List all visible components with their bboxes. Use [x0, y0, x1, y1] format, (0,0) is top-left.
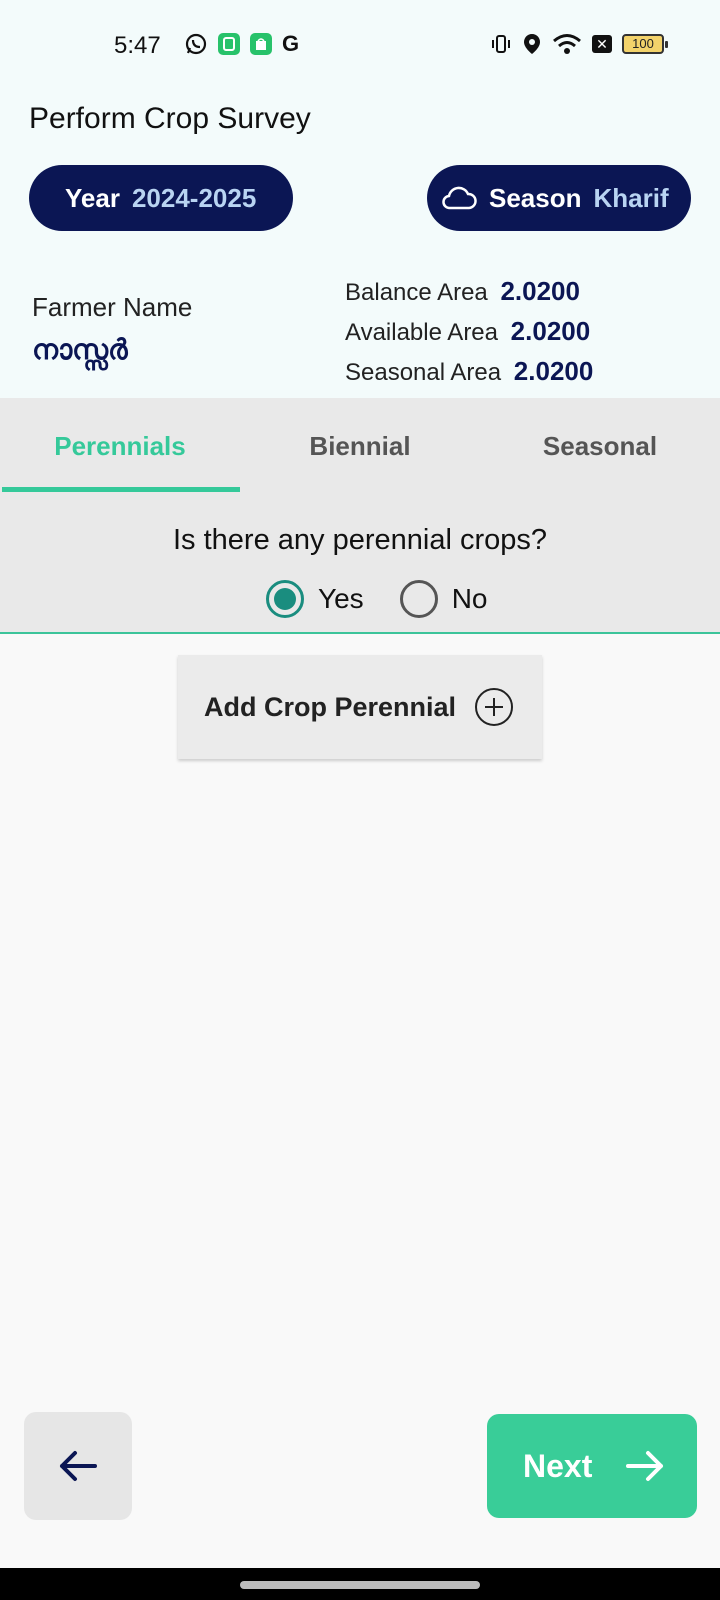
season-selector[interactable]: Season Kharif: [427, 165, 691, 231]
perennial-radio-group: Yes No: [266, 580, 523, 618]
available-area-value: 2.0200: [510, 316, 591, 346]
crop-type-tabs: Perennials Biennial Seasonal: [0, 398, 720, 494]
whatsapp-icon: [185, 33, 207, 55]
year-value: 2024-2025: [131, 182, 257, 213]
radio-yes[interactable]: [266, 580, 304, 618]
survey-header: Perform Crop Survey Year 2024-2025 Seaso…: [0, 72, 720, 398]
battery-icon: 100: [622, 34, 668, 54]
cloud-icon: [442, 186, 477, 210]
radio-no[interactable]: [399, 580, 438, 618]
farmer-name-value: നാസ്സർ: [32, 334, 128, 365]
shopping-bag-icon: [250, 33, 272, 55]
year-label: Year: [65, 182, 120, 213]
seasonal-area-value: 2.0200: [513, 356, 594, 386]
balance-area-value: 2.0200: [500, 276, 580, 306]
wifi-icon: [553, 34, 581, 54]
season-value: Kharif: [593, 182, 669, 213]
farmer-name-label: Farmer Name: [32, 292, 193, 322]
balance-area: Balance Area 2.0200: [345, 276, 580, 307]
tab-perennials[interactable]: Perennials: [0, 398, 240, 494]
available-area-label: Available Area: [345, 319, 498, 346]
arrow-right-icon: [626, 1451, 664, 1481]
back-button[interactable]: [24, 1412, 132, 1520]
vibrate-icon: [492, 35, 510, 53]
notification-icons: G: [184, 32, 299, 56]
no-signal-icon: ✕: [592, 35, 612, 53]
active-tab-indicator: [2, 487, 240, 492]
next-label: Next: [523, 1447, 593, 1484]
plus-circle-icon: [475, 688, 514, 726]
perennial-question-panel: Is there any perennial crops? Yes No: [0, 494, 720, 634]
radio-yes-label[interactable]: Yes: [318, 583, 364, 615]
add-crop-perennial-label: Add Crop Perennial: [204, 691, 457, 722]
home-gesture-handle[interactable]: [240, 1581, 480, 1589]
tab-biennial[interactable]: Biennial: [240, 398, 480, 494]
year-selector[interactable]: Year 2024-2025: [29, 165, 293, 231]
arrow-left-icon: [60, 1451, 97, 1481]
tab-seasonal[interactable]: Seasonal: [480, 398, 720, 494]
balance-area-label: Balance Area: [345, 279, 488, 306]
seasonal-area-label: Seasonal Area: [345, 359, 502, 386]
next-button[interactable]: Next: [487, 1414, 697, 1518]
status-bar: 5:47 G ✕ 100: [0, 0, 720, 72]
status-time: 5:47: [114, 32, 161, 59]
seasonal-area: Seasonal Area 2.0200: [345, 356, 593, 387]
perennial-question: Is there any perennial crops?: [173, 524, 547, 556]
system-icons: ✕ 100: [490, 32, 668, 56]
page-title: Perform Crop Survey: [29, 102, 311, 135]
google-icon: G: [282, 31, 300, 56]
app-notification-icon: [218, 33, 240, 55]
add-crop-perennial-button[interactable]: Add Crop Perennial: [178, 655, 542, 759]
available-area: Available Area 2.0200: [345, 316, 590, 347]
season-label: Season: [489, 182, 582, 213]
location-icon: [524, 34, 540, 54]
system-nav-bar: [0, 1568, 720, 1600]
radio-no-label[interactable]: No: [452, 583, 488, 615]
